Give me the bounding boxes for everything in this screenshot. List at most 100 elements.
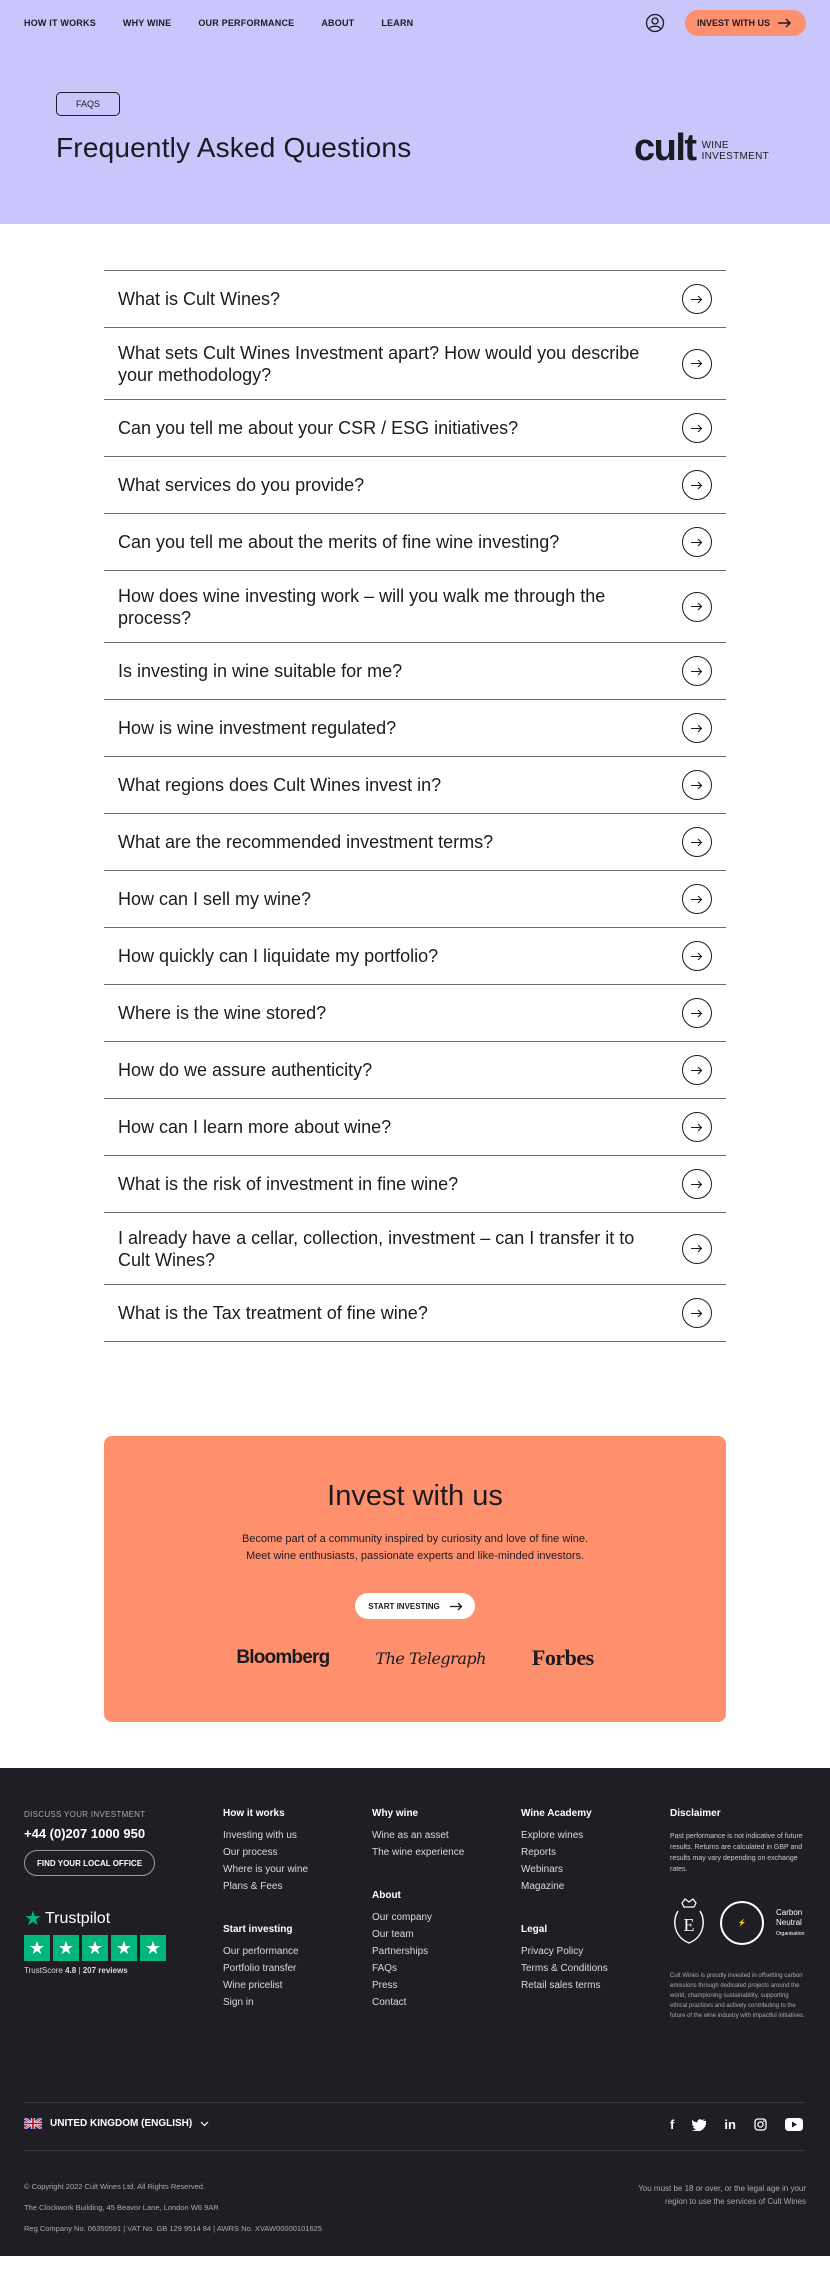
footer-col-start-investing: Start investing Our performance Portfoli… <box>223 1924 299 2011</box>
nav-our-performance[interactable]: OUR PERFORMANCE <box>198 18 294 28</box>
faq-item[interactable]: Can you tell me about the merits of fine… <box>104 514 726 571</box>
faqs-pill: FAQS <box>56 92 121 116</box>
company-address: The Clockwork Building, 45 Beavor Lane, … <box>24 2203 219 2212</box>
faq-item[interactable]: What are the recommended investment term… <box>104 814 726 871</box>
footer-link[interactable]: Explore wines <box>521 1827 592 1844</box>
faq-item[interactable]: Is investing in wine suitable for me? <box>104 643 726 700</box>
arrow-right-icon[interactable] <box>682 827 712 857</box>
arrow-right-icon[interactable] <box>682 1055 712 1085</box>
faq-item[interactable]: What services do you provide? <box>104 457 726 514</box>
arrow-right-icon[interactable] <box>682 770 712 800</box>
phone-number[interactable]: +44 (0)207 1000 950 <box>24 1826 145 1841</box>
arrow-right-icon[interactable] <box>682 591 712 622</box>
nav-how-it-works[interactable]: HOW IT WORKS <box>24 18 96 28</box>
faq-item[interactable]: How is wine investment regulated? <box>104 700 726 757</box>
faq-item[interactable]: What regions does Cult Wines invest in? <box>104 757 726 814</box>
arrow-right-icon[interactable] <box>682 413 712 443</box>
arrow-right-icon[interactable] <box>682 348 712 379</box>
footer-link[interactable]: Where is your wine <box>223 1861 308 1878</box>
star-icon: ★ <box>140 1935 166 1961</box>
arrow-right-icon[interactable] <box>682 998 712 1028</box>
carbon-line-1: Carbon <box>776 1907 803 1917</box>
faq-item[interactable]: What is the Tax treatment of fine wine? <box>104 1285 726 1342</box>
faq-item[interactable]: Can you tell me about your CSR / ESG ini… <box>104 400 726 457</box>
faq-item[interactable]: What sets Cult Wines Investment apart? H… <box>104 328 726 400</box>
footer-link[interactable]: Investing with us <box>223 1827 308 1844</box>
footer-link[interactable]: Our team <box>372 1926 432 1943</box>
faq-item[interactable]: I already have a cellar, collection, inv… <box>104 1213 726 1285</box>
faq-item[interactable]: How do we assure authenticity? <box>104 1042 726 1099</box>
arrow-right-icon[interactable] <box>682 470 712 500</box>
footer-link[interactable]: Webinars <box>521 1861 592 1878</box>
faq-item[interactable]: How can I learn more about wine? <box>104 1099 726 1156</box>
arrow-right-icon[interactable] <box>682 884 712 914</box>
faq-item[interactable]: What is the risk of investment in fine w… <box>104 1156 726 1213</box>
find-local-office-button[interactable]: FIND YOUR LOCAL OFFICE <box>24 1850 156 1876</box>
footer-link[interactable]: Reports <box>521 1844 592 1861</box>
trustpilot-widget[interactable]: ★ Trustpilot ★ ★ ★ ★ ★ TrustScore 4.8 | 2… <box>24 1906 166 1975</box>
footer-link[interactable]: Terms & Conditions <box>521 1960 608 1977</box>
faq-question: How is wine investment regulated? <box>118 718 397 738</box>
uk-flag-icon <box>24 2118 42 2129</box>
footer-link[interactable]: Our process <box>223 1844 308 1861</box>
faq-question: What regions does Cult Wines invest in? <box>118 775 442 795</box>
telegraph-logo: The Telegraph <box>375 1648 486 1668</box>
footer-link[interactable]: Contact <box>372 1994 432 2011</box>
star-icon: ★ <box>111 1935 137 1961</box>
arrow-right-icon[interactable] <box>682 941 712 971</box>
user-circle-icon[interactable] <box>645 13 665 33</box>
footer-link[interactable]: Portfolio transfer <box>223 1960 299 1977</box>
age-notice: You must be 18 or over, or the legal age… <box>638 2184 806 2206</box>
facebook-icon[interactable]: f <box>670 2117 674 2132</box>
footer-link[interactable]: Magazine <box>521 1878 592 1895</box>
footer-link[interactable]: Wine pricelist <box>223 1977 299 1994</box>
youtube-icon[interactable] <box>784 2118 803 2131</box>
footer-col-how-it-works: How it works Investing with us Our proce… <box>223 1808 308 1895</box>
invest-with-us-button[interactable]: INVEST WITH US <box>684 10 806 36</box>
faq-question: What sets Cult Wines Investment apart? H… <box>118 342 640 385</box>
twitter-icon[interactable] <box>692 2118 707 2131</box>
footer-link[interactable]: Wine as an asset <box>372 1827 464 1844</box>
logo-sub-line-1: WINE <box>701 140 729 151</box>
footer-link[interactable]: Plans & Fees <box>223 1878 308 1895</box>
faq-item[interactable]: How can I sell my wine? <box>104 871 726 928</box>
footer-link[interactable]: Our performance <box>223 1943 299 1960</box>
nav-learn[interactable]: LEARN <box>381 18 413 28</box>
footer-link[interactable]: The wine experience <box>372 1844 464 1861</box>
arrow-right-icon[interactable] <box>682 1233 712 1264</box>
arrow-right-icon[interactable] <box>682 1298 712 1328</box>
language-label: UNITED KINGDOM (ENGLISH) <box>50 2118 193 2129</box>
linkedin-icon[interactable]: in <box>724 2117 736 2132</box>
star-icon: ★ <box>24 1935 50 1961</box>
start-investing-button[interactable]: START INVESTING <box>355 1593 475 1619</box>
footer-link[interactable]: Sign in <box>223 1994 299 2011</box>
social-links: f in <box>670 2117 803 2132</box>
arrow-right-icon[interactable] <box>682 527 712 557</box>
faq-item[interactable]: How quickly can I liquidate my portfolio… <box>104 928 726 985</box>
footer-link[interactable]: Privacy Policy <box>521 1943 608 1960</box>
arrow-right-icon[interactable] <box>682 1169 712 1199</box>
logo-sub-line-2: INVESTMENT <box>701 151 770 162</box>
faq-question: What is the Tax treatment of fine wine? <box>118 1303 428 1323</box>
language-selector[interactable]: UNITED KINGDOM (ENGLISH) <box>24 2118 209 2129</box>
arrow-right-icon[interactable] <box>682 284 712 314</box>
carbon-neutral-icon: ⚡ <box>720 1901 764 1945</box>
footer-link[interactable]: Partnerships <box>372 1943 432 1960</box>
arrow-right-icon[interactable] <box>682 713 712 743</box>
nav-why-wine[interactable]: WHY WINE <box>123 18 171 28</box>
footer-link[interactable]: FAQs <box>372 1960 432 1977</box>
footer-link[interactable]: Press <box>372 1977 432 1994</box>
faq-list: What is Cult Wines? What sets Cult Wines… <box>104 270 726 1342</box>
nav-about[interactable]: ABOUT <box>321 18 354 28</box>
registration-info: Reg Company No. 06350591 | VAT No. GB 12… <box>24 2224 322 2233</box>
faq-item[interactable]: Where is the wine stored? <box>104 985 726 1042</box>
arrow-right-icon[interactable] <box>682 656 712 686</box>
instagram-icon[interactable] <box>754 2118 767 2131</box>
footer-link[interactable]: Our company <box>372 1909 432 1926</box>
faq-item[interactable]: How does wine investing work – will you … <box>104 571 726 643</box>
faq-question: What services do you provide? <box>118 475 365 495</box>
arrow-right-icon[interactable] <box>682 1112 712 1142</box>
faq-item[interactable]: What is Cult Wines? <box>104 271 726 328</box>
faq-question: What are the recommended investment term… <box>118 832 494 852</box>
footer-link[interactable]: Retail sales terms <box>521 1977 608 1994</box>
